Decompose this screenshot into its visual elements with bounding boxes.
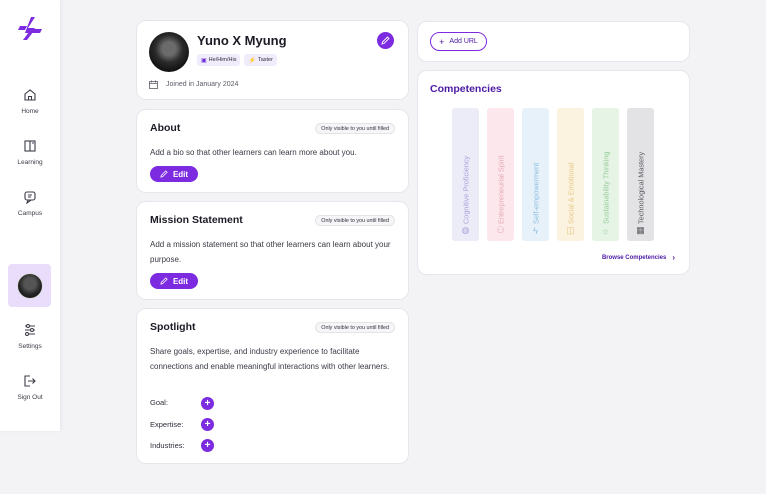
sidebar: Home Learning Campus Settings Sign Out [0, 0, 60, 431]
profile-name: Yuno X Myung [197, 33, 287, 48]
sidebar-item-label: Campus [17, 210, 43, 217]
add-url-button[interactable]: + Add URL [430, 32, 487, 51]
campus-icon [24, 191, 36, 204]
competency-bar[interactable]: Self-empowerment ϟ [522, 108, 549, 241]
edit-profile-button[interactable] [377, 32, 394, 49]
profile-tags: ▣ He/Him/His ⚡ Taster [197, 54, 277, 66]
edit-about-button[interactable]: Edit [150, 166, 198, 182]
add-industries-button[interactable]: + [201, 439, 214, 452]
goal-row: Goal: [150, 398, 168, 407]
sidebar-item-label: Sign Out [17, 394, 43, 401]
chip-icon: ▦ [636, 225, 645, 235]
browse-label: Browse Competencies [601, 254, 667, 261]
bolt-icon: ϟ [533, 226, 538, 236]
plus-icon: + [201, 397, 214, 410]
about-body: Add a bio so that other learners can lea… [150, 148, 357, 157]
competency-bar[interactable]: Cognitive Proficiency ◍ [452, 108, 479, 241]
role-badge: ⚡ Taster [244, 54, 277, 66]
joined-date: Joined in January 2024 [149, 80, 238, 89]
competency-label: Technological Mastery [636, 151, 645, 224]
plus-icon: + [201, 439, 214, 452]
visibility-badge: Only visible to you until filled [315, 322, 395, 333]
mission-card: Mission Statement Only visible to you un… [136, 201, 409, 300]
competency-label: Cognitive Proficiency [461, 155, 470, 224]
sliders-icon [25, 324, 35, 336]
competency-bar[interactable]: Sustainability Thinking ☼ [592, 108, 619, 241]
pencil-icon [160, 170, 168, 178]
competency-bar[interactable]: Entrepreneurial Spirit ⚇ [487, 108, 514, 241]
sidebar-item-label: Learning [17, 159, 43, 166]
competency-label: Sustainability Thinking [601, 151, 610, 224]
people-icon: ⚇ [496, 225, 505, 235]
sidebar-item-label: Settings [18, 343, 42, 350]
edit-mission-button[interactable]: Edit [150, 273, 198, 289]
bolt-icon: ⚡ [248, 57, 256, 64]
competency-label: Self-empowerment [531, 162, 540, 224]
browse-competencies-link[interactable]: Browse Competencies › [602, 253, 675, 262]
sidebar-item-sign-out[interactable]: Sign Out [0, 374, 60, 401]
competency-bar[interactable]: Technological Mastery ▦ [627, 108, 654, 241]
avatar [16, 272, 43, 299]
sidebar-item-learning[interactable]: Learning [0, 139, 60, 166]
competency-label: Social & Emotional [566, 162, 575, 224]
competency-bar[interactable]: Social & Emotional ◫ [557, 108, 584, 241]
sun-icon: ☼ [601, 226, 610, 236]
id-icon: ▣ [201, 57, 207, 64]
sidebar-item-profile[interactable] [8, 264, 51, 307]
pronouns-badge: ▣ He/Him/His [197, 54, 241, 66]
sign-out-icon [24, 375, 36, 387]
profile-card: Yuno X Myung ▣ He/Him/His ⚡ Taster Joine… [136, 20, 409, 100]
pencil-icon [381, 36, 390, 45]
spotlight-title: Spotlight [150, 321, 196, 333]
role-label: Taster [257, 57, 273, 63]
visibility-badge: Only visible to you until filled [315, 123, 395, 134]
url-card: + Add URL [417, 21, 690, 62]
book-icon [24, 140, 36, 152]
spotlight-card: Spotlight Only visible to you until fill… [136, 308, 409, 464]
joined-label: Joined in January 2024 [166, 81, 239, 88]
pencil-icon [160, 277, 168, 285]
about-card: About Only visible to you until filled A… [136, 109, 409, 193]
chat-icon: ◫ [566, 225, 575, 235]
sidebar-item-settings[interactable]: Settings [0, 323, 60, 350]
visibility-badge: Only visible to you until filled [315, 215, 395, 226]
competency-label: Entrepreneurial Spirit [496, 155, 505, 224]
sidebar-item-campus[interactable]: Campus [0, 190, 60, 217]
globe-icon: ◍ [461, 225, 470, 235]
expertise-row: Expertise: [150, 420, 183, 429]
pronouns-label: He/Him/His [208, 57, 237, 63]
home-icon [24, 89, 36, 101]
profile-avatar [149, 32, 189, 72]
add-expertise-button[interactable]: + [201, 418, 214, 431]
competencies-title: Competencies [430, 83, 502, 95]
goal-label: Goal: [150, 398, 168, 407]
mission-title: Mission Statement [150, 214, 243, 226]
competencies-card: Competencies Cognitive Proficiency ◍ Entre… [417, 70, 690, 275]
spotlight-body: Share goals, expertise, and industry exp… [150, 347, 390, 371]
chevron-right-icon: › [672, 253, 675, 262]
plus-icon: + [201, 418, 214, 431]
sidebar-item-label: Home [21, 108, 39, 115]
app-logo[interactable] [17, 15, 43, 41]
about-title: About [150, 122, 181, 134]
industries-row: Industries: [150, 441, 185, 450]
calendar-icon [149, 80, 158, 89]
add-goal-button[interactable]: + [201, 397, 214, 410]
edit-label: Edit [172, 169, 189, 179]
plus-icon: + [439, 36, 445, 47]
edit-label: Edit [172, 276, 189, 286]
expertise-label: Expertise: [150, 420, 184, 429]
add-url-label: Add URL [449, 38, 478, 45]
mission-body: Add a mission statement so that other le… [150, 240, 391, 264]
industries-label: Industries: [150, 441, 185, 450]
sidebar-item-home[interactable]: Home [0, 88, 60, 115]
